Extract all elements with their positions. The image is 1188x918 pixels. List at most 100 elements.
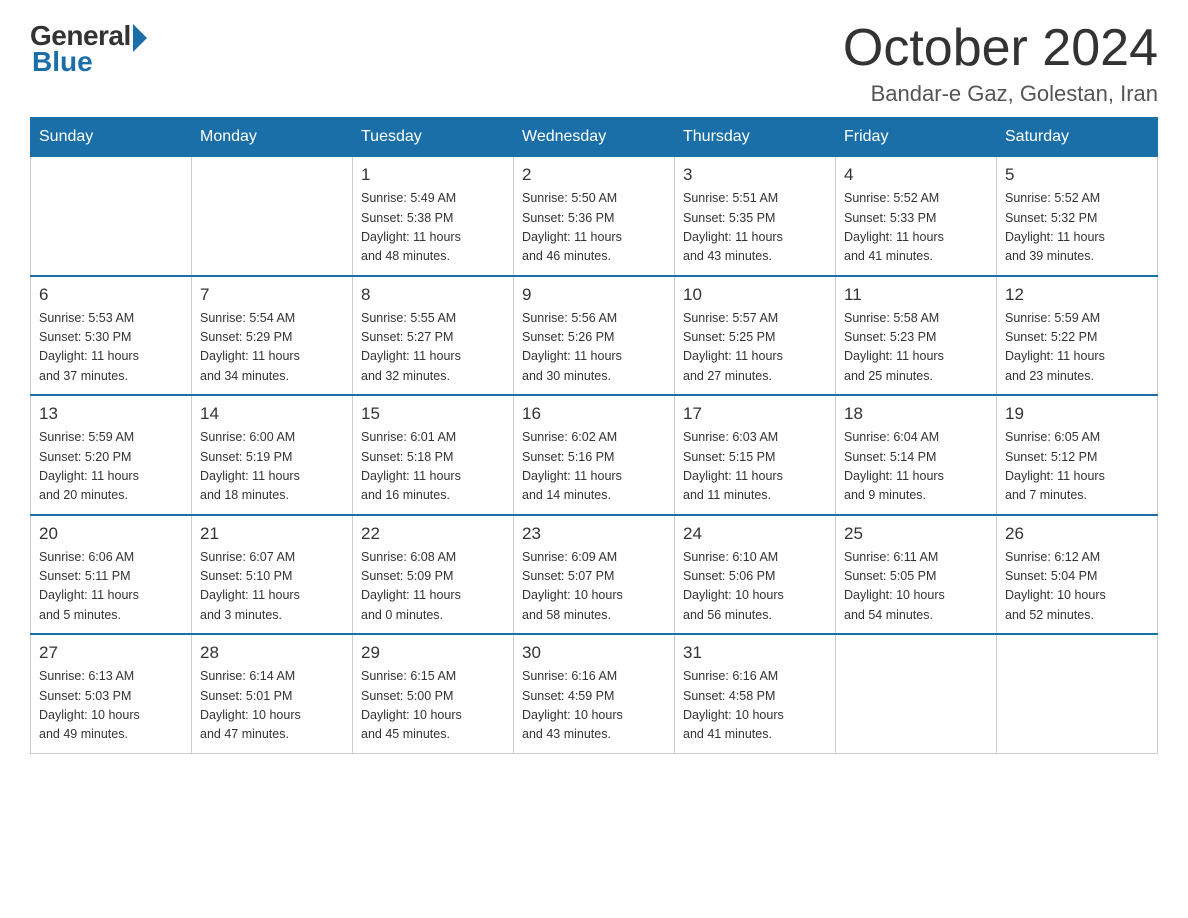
day-number: 5	[1005, 165, 1149, 185]
day-number: 1	[361, 165, 505, 185]
logo-arrow-icon	[133, 24, 147, 52]
day-info: Sunrise: 5:58 AMSunset: 5:23 PMDaylight:…	[844, 309, 988, 387]
day-info: Sunrise: 6:06 AMSunset: 5:11 PMDaylight:…	[39, 548, 183, 626]
calendar-cell: 10Sunrise: 5:57 AMSunset: 5:25 PMDayligh…	[675, 276, 836, 396]
day-number: 11	[844, 285, 988, 305]
day-info: Sunrise: 5:52 AMSunset: 5:32 PMDaylight:…	[1005, 189, 1149, 267]
day-info: Sunrise: 5:59 AMSunset: 5:20 PMDaylight:…	[39, 428, 183, 506]
day-info: Sunrise: 5:54 AMSunset: 5:29 PMDaylight:…	[200, 309, 344, 387]
calendar-cell: 23Sunrise: 6:09 AMSunset: 5:07 PMDayligh…	[514, 515, 675, 635]
day-info: Sunrise: 6:01 AMSunset: 5:18 PMDaylight:…	[361, 428, 505, 506]
calendar-cell: 26Sunrise: 6:12 AMSunset: 5:04 PMDayligh…	[997, 515, 1158, 635]
day-number: 18	[844, 404, 988, 424]
calendar-cell: 4 Sunrise: 5:52 AMSunset: 5:33 PMDaylight…	[836, 157, 997, 276]
calendar-cell: 5 Sunrise: 5:52 AMSunset: 5:32 PMDaylight…	[997, 157, 1158, 276]
calendar-cell: 11 Sunrise: 5:58 AMSunset: 5:23 PMDayligh…	[836, 276, 997, 396]
day-info: Sunrise: 5:49 AMSunset: 5:38 PMDaylight:…	[361, 189, 505, 267]
calendar-cell	[31, 157, 192, 276]
day-info: Sunrise: 6:08 AMSunset: 5:09 PMDaylight:…	[361, 548, 505, 626]
calendar-cell: 3Sunrise: 5:51 AMSunset: 5:35 PMDaylight…	[675, 157, 836, 276]
calendar-cell: 1 Sunrise: 5:49 AMSunset: 5:38 PMDaylight…	[353, 157, 514, 276]
day-number: 13	[39, 404, 183, 424]
calendar-week-row: 6 Sunrise: 5:53 AMSunset: 5:30 PMDaylight…	[31, 276, 1158, 396]
calendar-cell: 30Sunrise: 6:16 AMSunset: 4:59 PMDayligh…	[514, 634, 675, 753]
day-number: 27	[39, 643, 183, 663]
day-number: 10	[683, 285, 827, 305]
day-number: 19	[1005, 404, 1149, 424]
day-info: Sunrise: 6:15 AMSunset: 5:00 PMDaylight:…	[361, 667, 505, 745]
weekday-header: Saturday	[997, 118, 1158, 157]
location-title: Bandar-e Gaz, Golestan, Iran	[843, 81, 1158, 107]
calendar-cell: 25Sunrise: 6:11 AMSunset: 5:05 PMDayligh…	[836, 515, 997, 635]
day-info: Sunrise: 6:02 AMSunset: 5:16 PMDaylight:…	[522, 428, 666, 506]
calendar-cell: 22 Sunrise: 6:08 AMSunset: 5:09 PMDayligh…	[353, 515, 514, 635]
calendar-cell: 7 Sunrise: 5:54 AMSunset: 5:29 PMDaylight…	[192, 276, 353, 396]
calendar-cell: 14Sunrise: 6:00 AMSunset: 5:19 PMDayligh…	[192, 395, 353, 515]
day-number: 9	[522, 285, 666, 305]
day-number: 2	[522, 165, 666, 185]
day-info: Sunrise: 5:55 AMSunset: 5:27 PMDaylight:…	[361, 309, 505, 387]
day-info: Sunrise: 6:07 AMSunset: 5:10 PMDaylight:…	[200, 548, 344, 626]
calendar-week-row: 1 Sunrise: 5:49 AMSunset: 5:38 PMDaylight…	[31, 157, 1158, 276]
weekday-header: Monday	[192, 118, 353, 157]
calendar-cell: 31Sunrise: 6:16 AMSunset: 4:58 PMDayligh…	[675, 634, 836, 753]
title-block: October 2024 Bandar-e Gaz, Golestan, Ira…	[843, 20, 1158, 107]
calendar-cell: 13 Sunrise: 5:59 AMSunset: 5:20 PMDayligh…	[31, 395, 192, 515]
calendar-cell: 15 Sunrise: 6:01 AMSunset: 5:18 PMDayligh…	[353, 395, 514, 515]
calendar-week-row: 27 Sunrise: 6:13 AMSunset: 5:03 PMDayligh…	[31, 634, 1158, 753]
calendar-cell	[997, 634, 1158, 753]
day-number: 7	[200, 285, 344, 305]
day-number: 22	[361, 524, 505, 544]
weekday-header: Sunday	[31, 118, 192, 157]
day-info: Sunrise: 6:16 AMSunset: 4:59 PMDaylight:…	[522, 667, 666, 745]
day-number: 8	[361, 285, 505, 305]
day-info: Sunrise: 6:05 AMSunset: 5:12 PMDaylight:…	[1005, 428, 1149, 506]
day-info: Sunrise: 5:51 AMSunset: 5:35 PMDaylight:…	[683, 189, 827, 267]
day-info: Sunrise: 5:50 AMSunset: 5:36 PMDaylight:…	[522, 189, 666, 267]
logo-blue-text: Blue	[32, 46, 93, 78]
day-info: Sunrise: 6:16 AMSunset: 4:58 PMDaylight:…	[683, 667, 827, 745]
calendar-header-row: SundayMondayTuesdayWednesdayThursdayFrid…	[31, 118, 1158, 157]
day-info: Sunrise: 5:59 AMSunset: 5:22 PMDaylight:…	[1005, 309, 1149, 387]
day-number: 28	[200, 643, 344, 663]
day-info: Sunrise: 6:14 AMSunset: 5:01 PMDaylight:…	[200, 667, 344, 745]
calendar-cell	[836, 634, 997, 753]
day-info: Sunrise: 6:03 AMSunset: 5:15 PMDaylight:…	[683, 428, 827, 506]
day-number: 6	[39, 285, 183, 305]
calendar-cell: 20 Sunrise: 6:06 AMSunset: 5:11 PMDayligh…	[31, 515, 192, 635]
weekday-header: Wednesday	[514, 118, 675, 157]
day-info: Sunrise: 6:04 AMSunset: 5:14 PMDaylight:…	[844, 428, 988, 506]
calendar-cell: 19 Sunrise: 6:05 AMSunset: 5:12 PMDayligh…	[997, 395, 1158, 515]
day-number: 4	[844, 165, 988, 185]
day-number: 23	[522, 524, 666, 544]
logo: General Blue	[30, 20, 147, 78]
calendar-cell: 27 Sunrise: 6:13 AMSunset: 5:03 PMDayligh…	[31, 634, 192, 753]
calendar-table: SundayMondayTuesdayWednesdayThursdayFrid…	[30, 117, 1158, 754]
calendar-cell: 16 Sunrise: 6:02 AMSunset: 5:16 PMDayligh…	[514, 395, 675, 515]
calendar-week-row: 20 Sunrise: 6:06 AMSunset: 5:11 PMDayligh…	[31, 515, 1158, 635]
weekday-header: Thursday	[675, 118, 836, 157]
day-number: 16	[522, 404, 666, 424]
calendar-cell: 24 Sunrise: 6:10 AMSunset: 5:06 PMDayligh…	[675, 515, 836, 635]
calendar-cell: 2 Sunrise: 5:50 AMSunset: 5:36 PMDaylight…	[514, 157, 675, 276]
weekday-header: Friday	[836, 118, 997, 157]
day-info: Sunrise: 6:13 AMSunset: 5:03 PMDaylight:…	[39, 667, 183, 745]
calendar-cell: 28 Sunrise: 6:14 AMSunset: 5:01 PMDayligh…	[192, 634, 353, 753]
page-header: General Blue October 2024 Bandar-e Gaz, …	[30, 20, 1158, 107]
calendar-cell: 21 Sunrise: 6:07 AMSunset: 5:10 PMDayligh…	[192, 515, 353, 635]
day-info: Sunrise: 6:11 AMSunset: 5:05 PMDaylight:…	[844, 548, 988, 626]
day-number: 12	[1005, 285, 1149, 305]
calendar-cell: 17Sunrise: 6:03 AMSunset: 5:15 PMDayligh…	[675, 395, 836, 515]
day-info: Sunrise: 5:56 AMSunset: 5:26 PMDaylight:…	[522, 309, 666, 387]
day-number: 24	[683, 524, 827, 544]
calendar-cell: 18 Sunrise: 6:04 AMSunset: 5:14 PMDayligh…	[836, 395, 997, 515]
day-info: Sunrise: 6:10 AMSunset: 5:06 PMDaylight:…	[683, 548, 827, 626]
day-number: 20	[39, 524, 183, 544]
calendar-cell: 29Sunrise: 6:15 AMSunset: 5:00 PMDayligh…	[353, 634, 514, 753]
day-number: 14	[200, 404, 344, 424]
day-info: Sunrise: 6:12 AMSunset: 5:04 PMDaylight:…	[1005, 548, 1149, 626]
day-info: Sunrise: 5:53 AMSunset: 5:30 PMDaylight:…	[39, 309, 183, 387]
day-info: Sunrise: 5:52 AMSunset: 5:33 PMDaylight:…	[844, 189, 988, 267]
day-number: 21	[200, 524, 344, 544]
day-number: 15	[361, 404, 505, 424]
